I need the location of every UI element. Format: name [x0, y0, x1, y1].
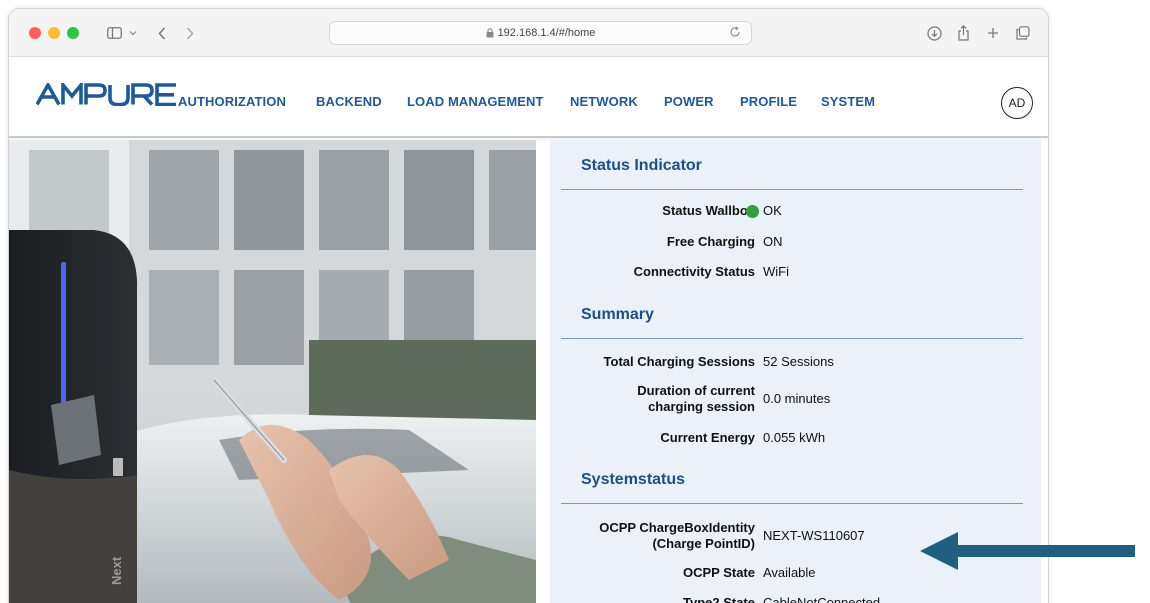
minimize-window-button[interactable] — [48, 27, 60, 39]
share-icon[interactable] — [954, 22, 972, 44]
value-connectivity-status: WiFi — [763, 264, 789, 279]
back-icon[interactable] — [154, 22, 170, 44]
maximize-window-button[interactable] — [67, 27, 79, 39]
label-duration-line-1: Duration of current — [637, 383, 755, 398]
tab-overview-icon[interactable] — [1014, 22, 1032, 44]
nav-system[interactable]: SYSTEM — [821, 94, 875, 109]
label-type2-state: Type2 State — [682, 595, 755, 603]
label-ocpp-chargeboxidentity-line-1: OCPP ChargeBoxIdentity — [599, 520, 755, 535]
nav-network[interactable]: NETWORK — [570, 94, 638, 109]
nav-profile[interactable]: PROFILE — [740, 94, 797, 109]
nav-authorization[interactable]: AUTHORIZATION — [178, 94, 286, 109]
section-title-status-indicator: Status Indicator — [581, 157, 702, 174]
label-connectivity-status: Connectivity Status — [633, 264, 755, 279]
value-type2-state: CableNotConnected — [763, 595, 881, 603]
label-current-energy: Current Energy — [660, 430, 755, 445]
section-title-summary: Summary — [581, 306, 654, 323]
new-tab-icon[interactable] — [984, 22, 1002, 44]
status-ok-indicator — [746, 205, 759, 218]
label-status-wallbox: Status Wallbox — [662, 203, 755, 218]
app-header: AUTHORIZATION BACKEND LOAD MANAGEMENT NE… — [9, 58, 1048, 138]
label-ocpp-state: OCPP State — [682, 565, 755, 580]
value-ocpp-chargeboxidentity: NEXT-WS110607 — [763, 528, 865, 543]
nav-power[interactable]: POWER — [664, 94, 714, 109]
value-total-charging-sessions: 52 Sessions — [763, 354, 834, 369]
address-bar[interactable]: 192.168.1.4/#/home — [329, 21, 752, 45]
browser-toolbar: 192.168.1.4/#/home — [9, 9, 1048, 57]
chevron-down-icon[interactable] — [127, 22, 139, 44]
download-icon[interactable] — [925, 22, 943, 44]
divider — [561, 189, 1023, 190]
lock-icon — [486, 28, 494, 38]
value-free-charging: ON — [763, 234, 783, 249]
annotation-arrow-icon — [920, 532, 1135, 570]
sidebar-toggle-icon[interactable] — [101, 22, 127, 44]
hero-photo: Next — [9, 140, 536, 603]
url-text: 192.168.1.4/#/home — [497, 27, 596, 39]
nav-backend[interactable]: BACKEND — [316, 94, 382, 109]
value-ocpp-state: Available — [763, 565, 816, 580]
browser-window: 192.168.1.4/#/home AUTHORIZATION BACKEND… — [8, 8, 1049, 603]
ampure-logo[interactable] — [35, 79, 178, 111]
label-total-charging-sessions: Total Charging Sessions — [603, 354, 755, 369]
label-duration-line-2: charging session — [648, 399, 755, 414]
charger-brand-text: Next — [109, 556, 124, 585]
value-duration: 0.0 minutes — [763, 391, 831, 406]
close-window-button[interactable] — [29, 27, 41, 39]
divider — [561, 338, 1023, 339]
label-free-charging: Free Charging — [666, 234, 755, 249]
label-ocpp-chargeboxidentity-line-2: (Charge PointID) — [652, 536, 755, 551]
reload-icon[interactable] — [729, 26, 741, 41]
value-current-energy: 0.055 kWh — [763, 430, 826, 445]
divider — [561, 503, 1023, 504]
forward-icon[interactable] — [182, 22, 198, 44]
value-status-wallbox: OK — [763, 203, 782, 218]
section-title-systemstatus: Systemstatus — [581, 471, 686, 488]
user-avatar[interactable]: AD — [1001, 87, 1033, 119]
nav-load-management[interactable]: LOAD MANAGEMENT — [407, 94, 544, 109]
